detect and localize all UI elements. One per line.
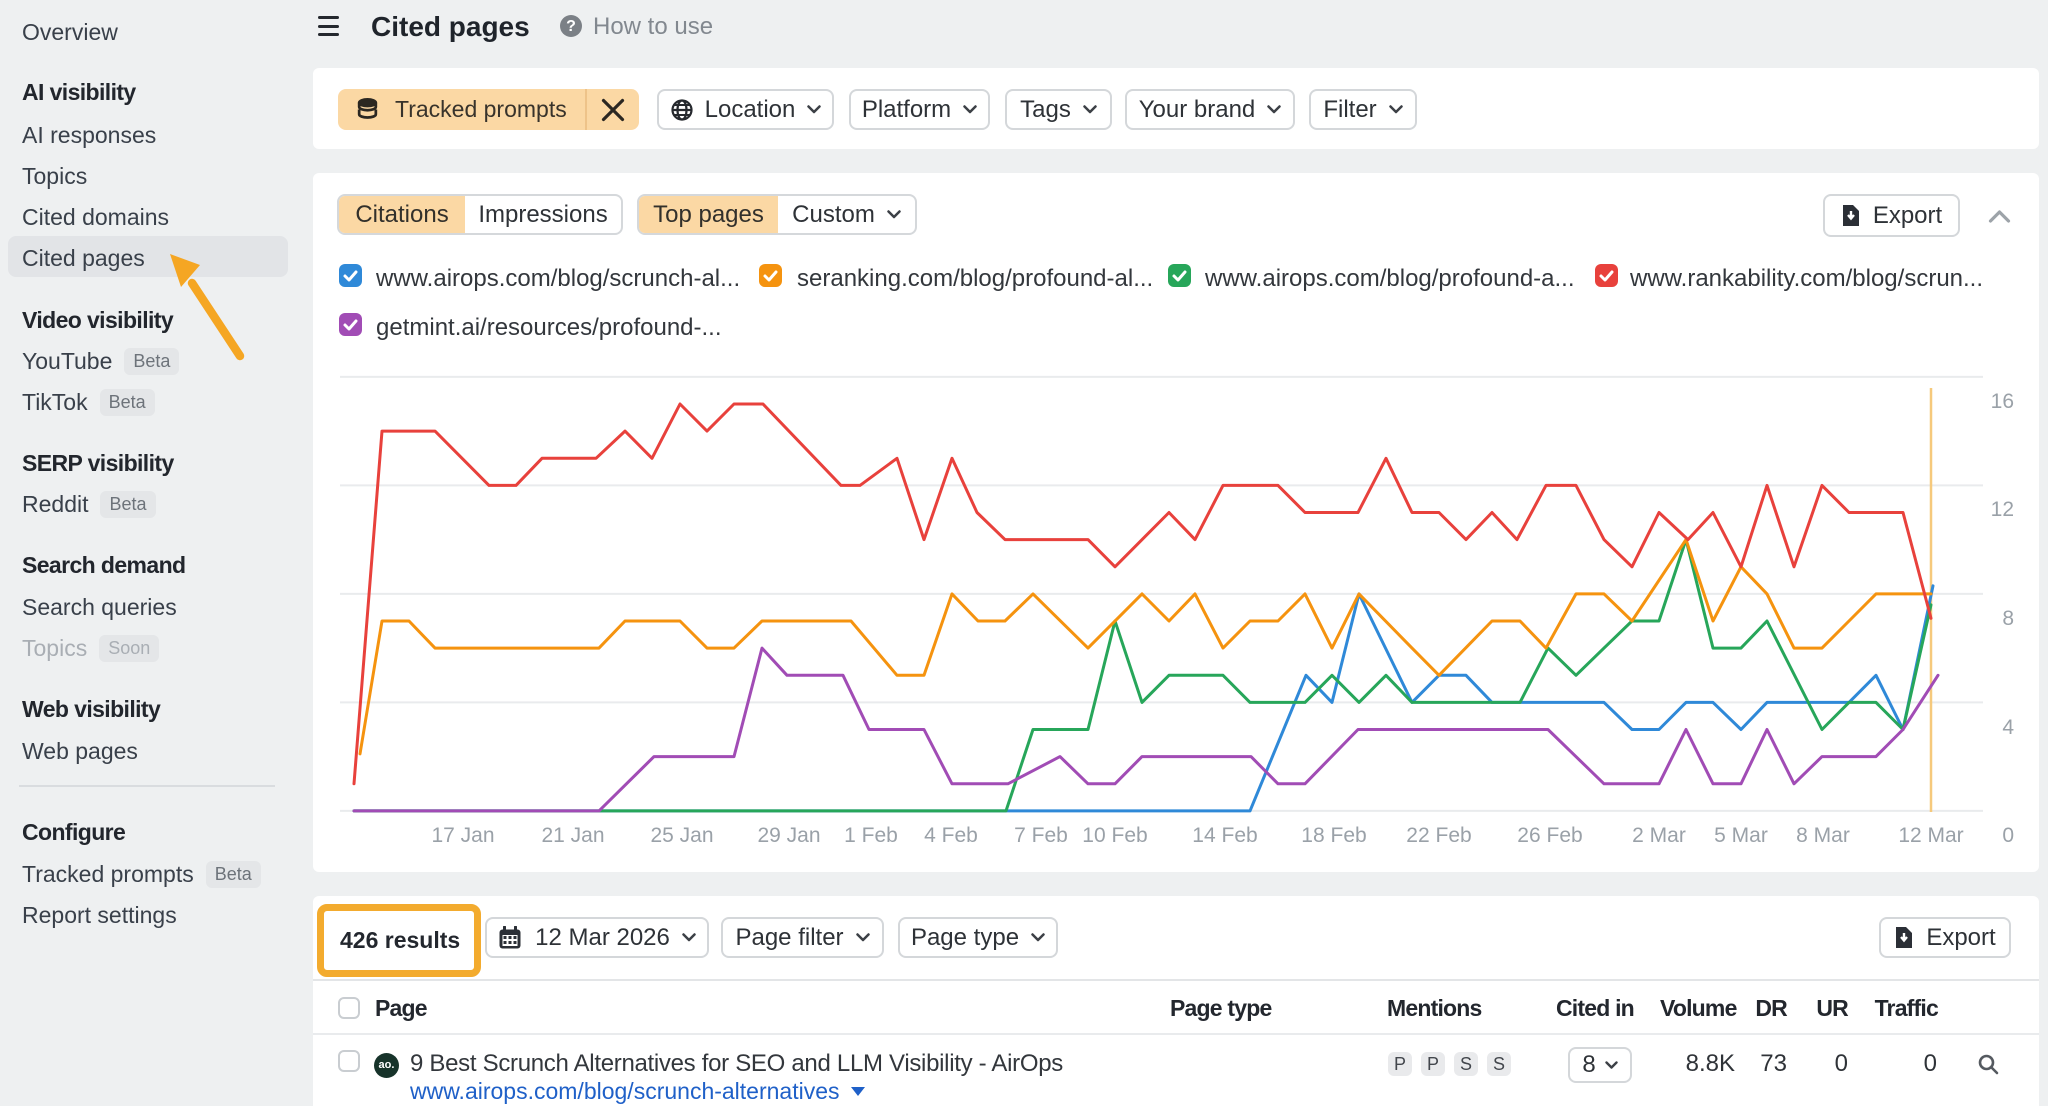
svg-text:7 Feb: 7 Feb — [1014, 824, 1068, 847]
svg-text:26 Feb: 26 Feb — [1517, 824, 1582, 847]
svg-text:22 Feb: 22 Feb — [1406, 824, 1471, 847]
svg-text:8 Mar: 8 Mar — [1796, 824, 1850, 847]
svg-text:17 Jan: 17 Jan — [431, 824, 494, 847]
svg-text:0: 0 — [2002, 824, 2014, 847]
svg-text:12: 12 — [1991, 498, 2014, 521]
svg-text:2 Mar: 2 Mar — [1632, 824, 1686, 847]
svg-text:8: 8 — [2002, 607, 2014, 630]
svg-text:1 Feb: 1 Feb — [844, 824, 898, 847]
svg-text:25 Jan: 25 Jan — [650, 824, 713, 847]
svg-text:12 Mar: 12 Mar — [1898, 824, 1963, 847]
svg-text:4: 4 — [2002, 716, 2014, 739]
svg-text:4 Feb: 4 Feb — [924, 824, 978, 847]
svg-text:10 Feb: 10 Feb — [1082, 824, 1147, 847]
svg-text:16: 16 — [1991, 390, 2014, 413]
svg-text:5 Mar: 5 Mar — [1714, 824, 1768, 847]
svg-text:29 Jan: 29 Jan — [757, 824, 820, 847]
svg-text:21 Jan: 21 Jan — [541, 824, 604, 847]
svg-text:14 Feb: 14 Feb — [1192, 824, 1257, 847]
svg-text:18 Feb: 18 Feb — [1301, 824, 1366, 847]
